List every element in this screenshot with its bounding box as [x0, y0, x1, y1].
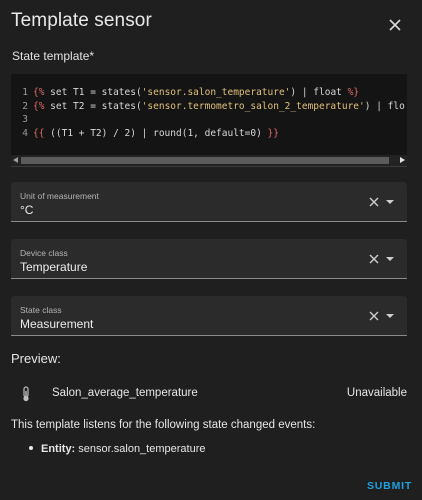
unit-of-measurement-value: °C [20, 203, 34, 217]
listen-item-value: sensor.salon_temperature [78, 443, 206, 455]
listen-item-kind: Entity: [41, 443, 76, 455]
state-class-value: Measurement [20, 317, 94, 331]
state-template-label: State template* [12, 49, 95, 63]
code-token: }} [267, 127, 279, 139]
preview-entity-row[interactable]: Salon_average_temperature Unavailable [11, 383, 407, 405]
state-class-label: State class [20, 305, 62, 315]
code-content[interactable]: {% set T1 = states('sensor.salon_tempera… [33, 86, 405, 140]
dialog-title: Template sensor [11, 10, 152, 31]
close-icon [389, 19, 401, 31]
chevron-down-icon[interactable] [386, 257, 394, 261]
code-token: {% [33, 100, 45, 112]
thermometer-icon [23, 386, 29, 402]
listen-description: This template listens for the following … [11, 419, 316, 431]
line-numbers: 1 2 3 4 [11, 86, 33, 140]
code-token: ) | float [290, 87, 348, 98]
code-token: ) | flo [364, 100, 405, 112]
horizontal-scrollbar[interactable] [11, 155, 407, 166]
unit-of-measurement-select[interactable]: Unit of measurement °C [11, 182, 407, 222]
line-number: 4 [22, 127, 28, 139]
code-token: set T2 = states( [44, 100, 142, 112]
template-sensor-dialog: Template sensor State template* 1 2 3 4 {% … [0, 0, 422, 500]
clear-icon[interactable] [368, 253, 380, 265]
code-token: %} [347, 87, 360, 98]
submit-button[interactable]: SUBMIT [367, 480, 412, 492]
clear-icon[interactable] [368, 310, 380, 322]
scroll-left-arrow-icon[interactable] [13, 157, 18, 163]
chevron-down-icon[interactable] [386, 314, 394, 318]
preview-entity-name: Salon_average_temperature [52, 387, 198, 399]
code-token: {% [33, 87, 45, 98]
preview-heading: Preview: [11, 351, 61, 366]
code-line[interactable] [33, 113, 405, 127]
device-class-label: Device class [20, 248, 68, 258]
device-class-select[interactable]: Device class Temperature [11, 239, 407, 279]
list-item: Entity: sensor.salon_temperature [29, 443, 205, 455]
code-token: ((T1 + T2) / 2) | round(1, default=0) [44, 127, 268, 139]
state-class-select[interactable]: State class Measurement [11, 296, 407, 336]
code-line[interactable]: {{ ((T1 + T2) / 2) | round(1, default=0)… [33, 127, 405, 141]
chevron-down-icon[interactable] [386, 200, 394, 204]
code-token: set T1 = states( [44, 87, 142, 98]
device-class-value: Temperature [20, 260, 88, 274]
code-token: {{ [33, 127, 45, 139]
scroll-right-arrow-icon[interactable] [400, 157, 405, 163]
line-number: 2 [22, 100, 28, 112]
code-token: 'sensor.salon_temperature' [141, 87, 291, 98]
line-number: 1 [22, 87, 28, 98]
clear-icon[interactable] [368, 196, 380, 208]
code-token: 'sensor.termometro_salon_2_temperature' [141, 100, 365, 112]
line-number: 3 [22, 114, 28, 125]
code-line[interactable]: {% set T2 = states('sensor.termometro_sa… [33, 100, 405, 114]
close-button[interactable] [382, 12, 408, 38]
unit-of-measurement-label: Unit of measurement [20, 191, 99, 201]
state-template-editor[interactable]: 1 2 3 4 {% set T1 = states('sensor.salon_te… [11, 74, 407, 167]
preview-entity-state: Unavailable [346, 387, 407, 399]
code-line[interactable]: {% set T1 = states('sensor.salon_tempera… [33, 86, 405, 100]
scrollbar-thumb[interactable] [21, 157, 389, 164]
bullet-icon [29, 446, 33, 451]
